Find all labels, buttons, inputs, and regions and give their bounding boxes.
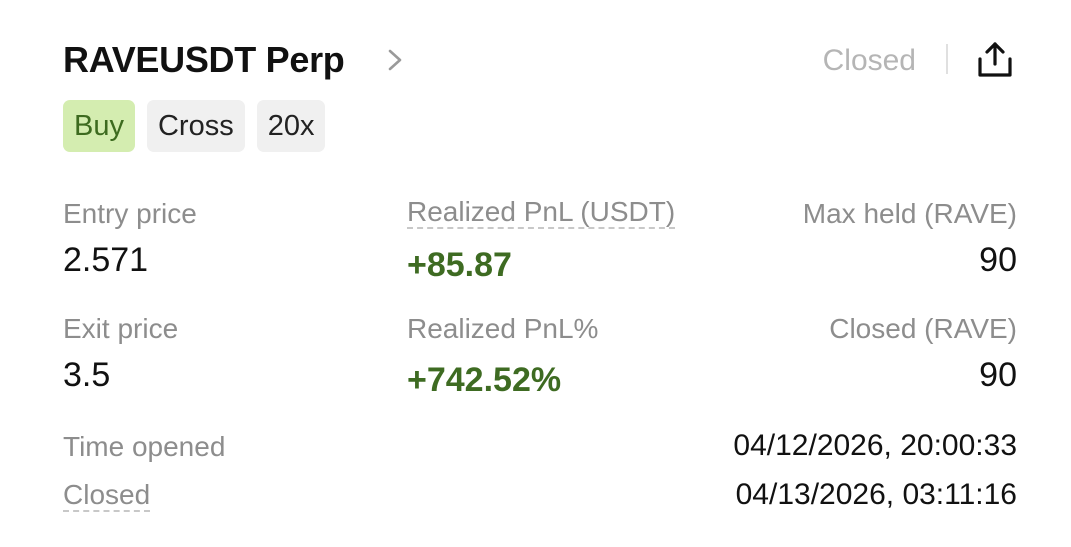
- entry-price-value: 2.571: [63, 241, 149, 279]
- position-tags: Buy Cross 20x: [63, 100, 326, 152]
- exit-price-value: 3.5: [63, 356, 111, 394]
- time-opened-label: Time opened: [63, 431, 226, 462]
- closed-qty-value: 90: [979, 356, 1017, 394]
- closed-qty-label: Closed (RAVE): [829, 313, 1017, 344]
- header-divider: [946, 44, 948, 74]
- max-held-label: Max held (RAVE): [802, 198, 1017, 229]
- time-opened-value: 04/12/2026, 20:00:33: [733, 429, 1017, 462]
- realized-pnl-pct-label: Realized PnL%: [407, 313, 599, 344]
- side-tag: Buy: [63, 100, 135, 152]
- symbol-title[interactable]: RAVEUSDT Perp: [63, 38, 345, 82]
- exit-price-label: Exit price: [63, 313, 179, 344]
- time-closed-value: 04/13/2026, 03:11:16: [735, 478, 1017, 511]
- status-label: Closed: [822, 44, 916, 77]
- margin-mode-tag: Cross: [146, 100, 245, 152]
- realized-pnl-pct-value: +742.52%: [407, 361, 562, 399]
- realized-pnl-value: +85.87: [407, 246, 512, 284]
- position-history-card[interactable]: RAVEUSDT Perp Closed Buy Cross 20x Entry…: [0, 0, 1071, 547]
- leverage-tag: 20x: [256, 100, 326, 152]
- chevron-right-icon[interactable]: [384, 46, 406, 74]
- entry-price-label: Entry price: [63, 198, 197, 229]
- share-icon[interactable]: [975, 40, 1015, 80]
- max-held-value: 90: [979, 241, 1017, 279]
- realized-pnl-label[interactable]: Realized PnL (USDT): [407, 197, 676, 229]
- time-closed-label[interactable]: Closed: [63, 480, 151, 512]
